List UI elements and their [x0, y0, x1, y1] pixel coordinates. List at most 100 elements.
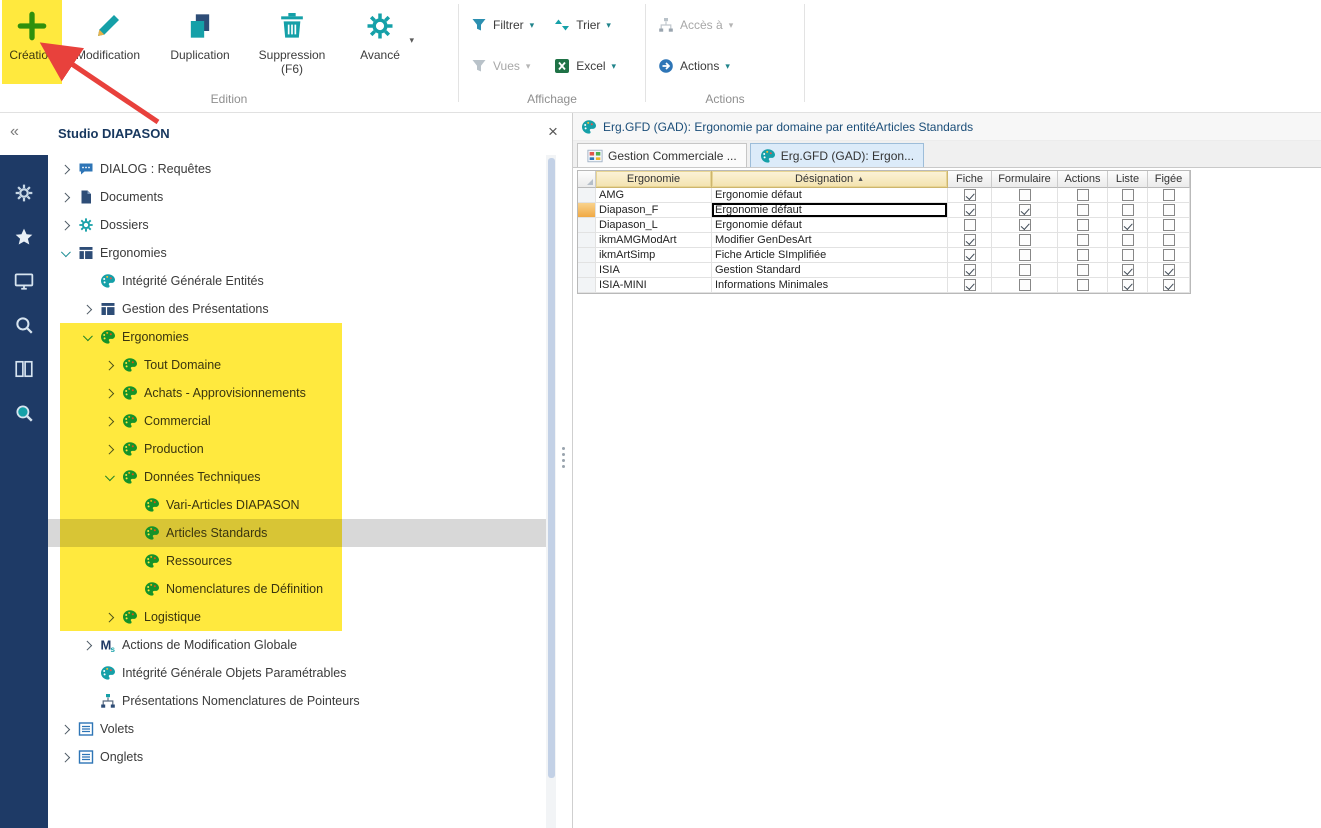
- grid-header-designation[interactable]: Désignation▲: [712, 171, 948, 188]
- checkbox-figee[interactable]: [1163, 249, 1175, 261]
- actions-button[interactable]: Actions: [654, 54, 737, 78]
- chevron-down-icon[interactable]: [102, 469, 118, 485]
- grid-cell-fiche[interactable]: [948, 248, 992, 263]
- checkbox-liste[interactable]: [1122, 234, 1134, 246]
- checkbox-fiche[interactable]: [964, 234, 976, 246]
- chevron-right-icon[interactable]: [80, 301, 96, 317]
- grid-cell-ergonomie[interactable]: Diapason_L: [596, 218, 712, 233]
- checkbox-actions[interactable]: [1077, 279, 1089, 291]
- checkbox-liste[interactable]: [1122, 219, 1134, 231]
- tree-item-dialog-requ-tes[interactable]: DIALOG : Requêtes: [48, 155, 546, 183]
- chevron-right-icon[interactable]: [102, 413, 118, 429]
- chevron-right-icon[interactable]: [102, 357, 118, 373]
- grid-cell-ergonomie[interactable]: ISIA-MINI: [596, 278, 712, 293]
- checkbox-fiche[interactable]: [964, 249, 976, 261]
- checkbox-figee[interactable]: [1163, 279, 1175, 291]
- row-selector[interactable]: [578, 218, 596, 233]
- grid-corner-cell[interactable]: [578, 171, 596, 188]
- tree-item-tout-domaine[interactable]: Tout Domaine: [48, 351, 546, 379]
- checkbox-figee[interactable]: [1163, 189, 1175, 201]
- checkbox-figee[interactable]: [1163, 234, 1175, 246]
- grid-cell-actions[interactable]: [1058, 218, 1108, 233]
- grid-cell-formulaire[interactable]: [992, 233, 1058, 248]
- grid-cell-designation[interactable]: Modifier GenDesArt: [712, 233, 948, 248]
- tree-item-articles-standards[interactable]: Articles Standards: [48, 519, 546, 547]
- suppression-button[interactable]: Suppression (F6): [244, 4, 340, 88]
- duplication-button[interactable]: Duplication: [156, 4, 244, 88]
- grid-cell-designation[interactable]: Gestion Standard: [712, 263, 948, 278]
- row-selector[interactable]: [578, 278, 596, 293]
- filtrer-button[interactable]: Filtrer: [467, 13, 538, 37]
- checkbox-formulaire[interactable]: [1019, 204, 1031, 216]
- checkbox-fiche[interactable]: [964, 219, 976, 231]
- excel-button[interactable]: Excel: [550, 54, 620, 78]
- trier-button[interactable]: Trier: [550, 13, 620, 37]
- chevron-right-icon[interactable]: [58, 161, 74, 177]
- grid-cell-designation[interactable]: Fiche Article SImplifiée: [712, 248, 948, 263]
- checkbox-actions[interactable]: [1077, 219, 1089, 231]
- grid-cell-figee[interactable]: [1148, 203, 1190, 218]
- grid-cell-figee[interactable]: [1148, 218, 1190, 233]
- chevron-right-icon[interactable]: [58, 749, 74, 765]
- checkbox-formulaire[interactable]: [1019, 279, 1031, 291]
- grid-cell-liste[interactable]: [1108, 203, 1148, 218]
- search-nav-button[interactable]: [14, 315, 34, 335]
- checkbox-actions[interactable]: [1077, 264, 1089, 276]
- columns-nav-button[interactable]: [14, 359, 34, 379]
- chevron-right-icon[interactable]: [102, 385, 118, 401]
- checkbox-fiche[interactable]: [964, 189, 976, 201]
- grid-header-figee[interactable]: Figée: [1148, 171, 1190, 188]
- grid-cell-liste[interactable]: [1108, 278, 1148, 293]
- checkbox-fiche[interactable]: [964, 204, 976, 216]
- grid-cell-actions[interactable]: [1058, 188, 1108, 203]
- tree-item-gestion-des-pr-sentations[interactable]: Gestion des Présentations: [48, 295, 546, 323]
- search-plus-nav-button[interactable]: [14, 403, 34, 423]
- grid-cell-liste[interactable]: [1108, 248, 1148, 263]
- grid-cell-figee[interactable]: [1148, 263, 1190, 278]
- grid-cell-ergonomie[interactable]: AMG: [596, 188, 712, 203]
- tab-erg-gfd[interactable]: Erg.GFD (GAD): Ergon...: [750, 143, 924, 167]
- monitor-nav-button[interactable]: [14, 271, 34, 291]
- tree-item-donn-es-techniques[interactable]: Données Techniques: [48, 463, 546, 491]
- row-selector[interactable]: [578, 188, 596, 203]
- tree-item-int-grit-g-n-rale-objets-param-trables[interactable]: Intégrité Générale Objets Paramétrables: [48, 659, 546, 687]
- tree-item-pr-sentations-nomenclatures-de-pointeurs[interactable]: Présentations Nomenclatures de Pointeurs: [48, 687, 546, 715]
- tree-item-commercial[interactable]: Commercial: [48, 407, 546, 435]
- chevron-right-icon[interactable]: [80, 637, 96, 653]
- scrollbar-thumb[interactable]: [548, 158, 555, 778]
- checkbox-formulaire[interactable]: [1019, 219, 1031, 231]
- chevron-right-icon[interactable]: [58, 721, 74, 737]
- dropdown-caret-icon[interactable]: [409, 36, 414, 45]
- chevron-down-icon[interactable]: [58, 245, 74, 261]
- tree-item-int-grit-g-n-rale-entit-s[interactable]: Intégrité Générale Entités: [48, 267, 546, 295]
- grid-header-liste[interactable]: Liste: [1108, 171, 1148, 188]
- panel-splitter[interactable]: [556, 155, 572, 828]
- grid-cell-designation[interactable]: Informations Minimales: [712, 278, 948, 293]
- row-selector[interactable]: [578, 248, 596, 263]
- tree-item-achats-approvisionnements[interactable]: Achats - Approvisionnements: [48, 379, 546, 407]
- chevron-right-icon[interactable]: [58, 217, 74, 233]
- grid-header-fiche[interactable]: Fiche: [948, 171, 992, 188]
- grid-cell-figee[interactable]: [1148, 188, 1190, 203]
- grid-cell-fiche[interactable]: [948, 203, 992, 218]
- splitter-handle[interactable]: [562, 447, 565, 468]
- star-nav-button[interactable]: [14, 227, 34, 247]
- tree-item-actions-de-modification-globale[interactable]: MsActions de Modification Globale: [48, 631, 546, 659]
- grid-cell-formulaire[interactable]: [992, 278, 1058, 293]
- chevron-down-icon[interactable]: [80, 329, 96, 345]
- grid-cell-fiche[interactable]: [948, 263, 992, 278]
- tree-item-ergonomies[interactable]: Ergonomies: [48, 239, 546, 267]
- checkbox-figee[interactable]: [1163, 204, 1175, 216]
- checkbox-formulaire[interactable]: [1019, 264, 1031, 276]
- grid-cell-fiche[interactable]: [948, 218, 992, 233]
- grid-cell-ergonomie[interactable]: ikmArtSimp: [596, 248, 712, 263]
- grid-cell-formulaire[interactable]: [992, 188, 1058, 203]
- checkbox-actions[interactable]: [1077, 249, 1089, 261]
- chevron-right-icon[interactable]: [58, 189, 74, 205]
- checkbox-formulaire[interactable]: [1019, 189, 1031, 201]
- sidebar-collapse-button[interactable]: «: [10, 123, 19, 141]
- checkbox-fiche[interactable]: [964, 279, 976, 291]
- grid-cell-fiche[interactable]: [948, 188, 992, 203]
- chevron-right-icon[interactable]: [102, 609, 118, 625]
- checkbox-actions[interactable]: [1077, 204, 1089, 216]
